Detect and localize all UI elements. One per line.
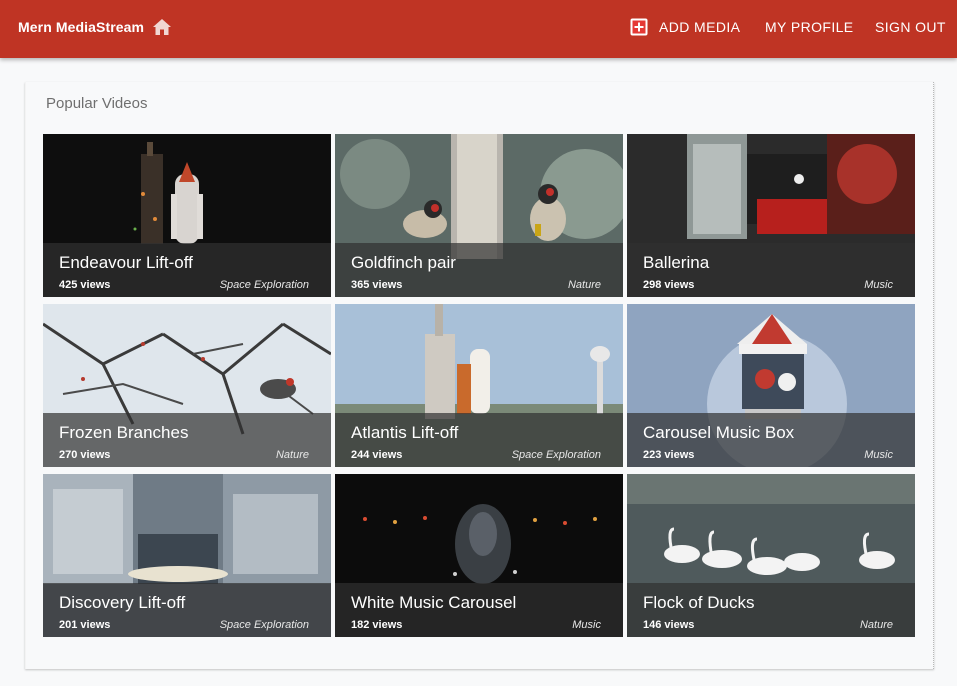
video-tile[interactable]: Flock of Ducks 146 views Nature (627, 474, 915, 637)
video-genre: Space Exploration (511, 449, 601, 461)
video-views: 201 views (59, 619, 111, 631)
video-views: 425 views (59, 279, 111, 291)
video-title: Carousel Music Box (643, 423, 795, 442)
home-icon (153, 19, 171, 35)
video-title: White Music Carousel (351, 593, 517, 612)
video-views: 182 views (351, 619, 403, 631)
video-views: 298 views (643, 279, 695, 291)
video-genre: Space Exploration (219, 619, 309, 631)
my-profile-button[interactable]: MY PROFILE (765, 16, 854, 38)
video-views: 270 views (59, 449, 111, 461)
app-bar: Mern MediaStream ADD MEDIA MY PROFILE SI… (0, 0, 957, 58)
video-tile[interactable]: Carousel Music Box 223 views Music (627, 304, 915, 467)
video-title: Discovery Lift-off (59, 593, 186, 612)
video-tile[interactable]: Goldfinch pair 365 views Nature (335, 134, 623, 297)
video-tile[interactable]: Atlantis Lift-off 244 views Space Explor… (335, 304, 623, 467)
video-genre: Nature (859, 619, 893, 631)
video-genre: Nature (275, 449, 309, 461)
home-button[interactable] (150, 15, 174, 39)
video-title: Goldfinch pair (351, 253, 456, 272)
video-views: 365 views (351, 279, 403, 291)
app-title: Mern MediaStream (18, 19, 145, 35)
video-genre: Music (864, 279, 893, 291)
video-genre: Music (864, 449, 893, 461)
video-tile[interactable]: White Music Carousel 182 views Music (335, 474, 623, 637)
video-title: Frozen Branches (59, 423, 189, 442)
video-title: Ballerina (643, 253, 710, 272)
sign-out-button[interactable]: SIGN OUT (875, 16, 946, 38)
video-tile[interactable]: Frozen Branches 270 views Nature (43, 304, 331, 467)
video-tile[interactable]: Discovery Lift-off 201 views Space Explo… (43, 474, 331, 637)
video-genre: Music (572, 619, 601, 631)
video-views: 244 views (351, 449, 403, 461)
video-title: Flock of Ducks (643, 593, 755, 612)
video-title: Atlantis Lift-off (351, 423, 459, 442)
video-views: 146 views (643, 619, 695, 631)
video-tile[interactable]: Ballerina 298 views Music (627, 134, 915, 297)
add-media-label: ADD MEDIA (659, 19, 741, 35)
add-box-icon (630, 18, 648, 36)
video-genre: Nature (567, 279, 601, 291)
add-media-button[interactable]: ADD MEDIA (630, 16, 740, 38)
video-title: Endeavour Lift-off (59, 253, 193, 272)
video-views: 223 views (643, 449, 695, 461)
section-title: Popular Videos (46, 95, 148, 112)
video-genre: Space Exploration (219, 279, 309, 291)
video-tile[interactable]: Endeavour Lift-off 425 views Space Explo… (43, 134, 331, 297)
